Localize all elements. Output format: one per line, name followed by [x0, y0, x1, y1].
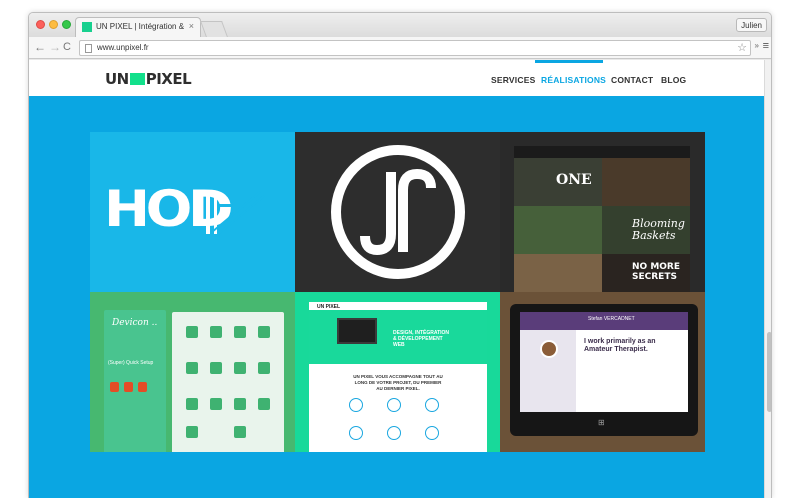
page-icon	[85, 44, 92, 53]
address-bar[interactable]: www.unpixel.fr ☆	[79, 40, 751, 56]
devicon-icon	[210, 398, 222, 410]
page-scrollbar[interactable]	[764, 60, 771, 498]
profile-button[interactable]: Julien	[736, 18, 767, 32]
site-logo[interactable]: UN PIXEL	[105, 70, 192, 88]
html5-icon	[110, 382, 119, 392]
devicon-icon	[186, 426, 198, 438]
tablet-header-name: Stefan VERCADNET	[588, 316, 635, 322]
menu-icon[interactable]: ≡	[763, 40, 769, 52]
portfolio-grid: HOD ONE Blooming Baskets NO MORE SECRETS…	[90, 132, 705, 453]
nav-blog[interactable]: BLOG	[661, 75, 686, 85]
back-icon[interactable]: ←	[34, 40, 46, 55]
preview-heading-blooming: Blooming Baskets	[632, 217, 685, 242]
preview-heading-secrets: NO MORE SECRETS	[632, 262, 681, 282]
devicon-icon	[186, 362, 198, 374]
minimize-window-button[interactable]	[49, 20, 58, 29]
portfolio-tile-one-million[interactable]: ONE Blooming Baskets NO MORE SECRETS	[500, 132, 705, 292]
devicon-icon	[258, 362, 270, 374]
favicon-icon	[82, 22, 92, 32]
devicon-title: Devicon ..	[112, 318, 158, 328]
logo-pixel-square	[129, 73, 145, 85]
browser-tab[interactable]: UN PIXEL | Intégration & D ×	[75, 17, 201, 37]
devicon-icon	[234, 362, 246, 374]
preview-image	[514, 206, 602, 254]
logo-text-pixel: PIXEL	[145, 70, 192, 88]
devicon-subtitle: (Super) Quick Setup	[108, 360, 154, 366]
nav-services[interactable]: SERVICES	[491, 75, 535, 85]
windows-logo-icon: ⊞	[598, 418, 605, 427]
hod-skyline-graphic	[206, 190, 265, 237]
portfolio-tile-unpixel[interactable]: UN PIXEL DESIGN, INTÉGRATION & DÉVELOPPE…	[295, 292, 500, 452]
preview-service-icon	[349, 426, 363, 440]
preview-service-icon	[425, 398, 439, 412]
devicon-icon	[258, 398, 270, 410]
html5-icon	[124, 382, 133, 392]
preview-navbar	[514, 146, 690, 158]
preview-hero-heading: DESIGN, INTÉGRATION & DÉVELOPPEMENT WEB	[393, 330, 450, 348]
tablet-headline: I work primarily as an Amateur Therapist…	[584, 338, 656, 353]
tab-close-icon[interactable]: ×	[189, 21, 194, 31]
preview-tagline: UN PIXEL VOUS ACCOMPAGNE TOUT AU LONG DE…	[353, 374, 443, 391]
extensions-icon[interactable]: »	[755, 41, 759, 50]
url-text: www.unpixel.fr	[97, 43, 149, 52]
reload-icon[interactable]: C	[63, 40, 71, 55]
scrollbar-thumb[interactable]	[767, 332, 771, 412]
new-tab-button[interactable]	[200, 21, 228, 37]
close-window-button[interactable]	[36, 20, 45, 29]
preview-service-icon	[387, 426, 401, 440]
devicon-icon	[234, 426, 246, 438]
browser-window: UN PIXEL | Intégration & D × Julien ← → …	[28, 12, 772, 498]
preview-heading-one: ONE	[556, 172, 592, 188]
preview-image	[602, 158, 690, 206]
logo-text-un: UN	[105, 70, 129, 88]
tab-title: UN PIXEL | Intégration & D	[96, 22, 184, 31]
portfolio-tile-tablet[interactable]: Stefan VERCADNET I work primarily as an …	[500, 292, 705, 452]
portfolio-tile-devicon[interactable]: Devicon .. (Super) Quick Setup	[90, 292, 295, 452]
forward-icon[interactable]: →	[49, 40, 61, 55]
preview-monitor-icon	[337, 318, 377, 344]
preview-logo: UN PIXEL	[317, 304, 341, 310]
devicon-icon	[186, 398, 198, 410]
nav-contact[interactable]: CONTACT	[611, 75, 653, 85]
nav-realisations[interactable]: RÉALISATIONS	[541, 75, 606, 85]
zoom-window-button[interactable]	[62, 20, 71, 29]
page-viewport: UN PIXEL SERVICES RÉALISATIONS CONTACT B…	[29, 60, 771, 498]
devicon-icon	[234, 326, 246, 338]
preview-service-icon	[425, 426, 439, 440]
devicon-icon	[186, 326, 198, 338]
devicon-icon	[234, 398, 246, 410]
preview-image	[514, 254, 602, 292]
devicon-icon	[210, 362, 222, 374]
active-nav-indicator	[535, 60, 603, 63]
site-header: UN PIXEL SERVICES RÉALISATIONS CONTACT B…	[29, 60, 764, 96]
bookmark-star-icon[interactable]: ☆	[737, 41, 747, 54]
devicon-icon	[258, 326, 270, 338]
title-bar: UN PIXEL | Intégration & D × Julien	[29, 13, 771, 37]
portfolio-tile-hod[interactable]: HOD	[90, 132, 295, 292]
avatar	[540, 340, 558, 358]
browser-toolbar: ← → C www.unpixel.fr ☆ » ≡	[29, 37, 771, 59]
html5-icon	[138, 382, 147, 392]
preview-sidebar	[104, 310, 166, 452]
portfolio-tile-jc[interactable]	[295, 132, 500, 292]
devicon-icon	[210, 326, 222, 338]
preview-service-icon	[349, 398, 363, 412]
preview-service-icon	[387, 398, 401, 412]
jc-logo-icon	[331, 145, 465, 279]
